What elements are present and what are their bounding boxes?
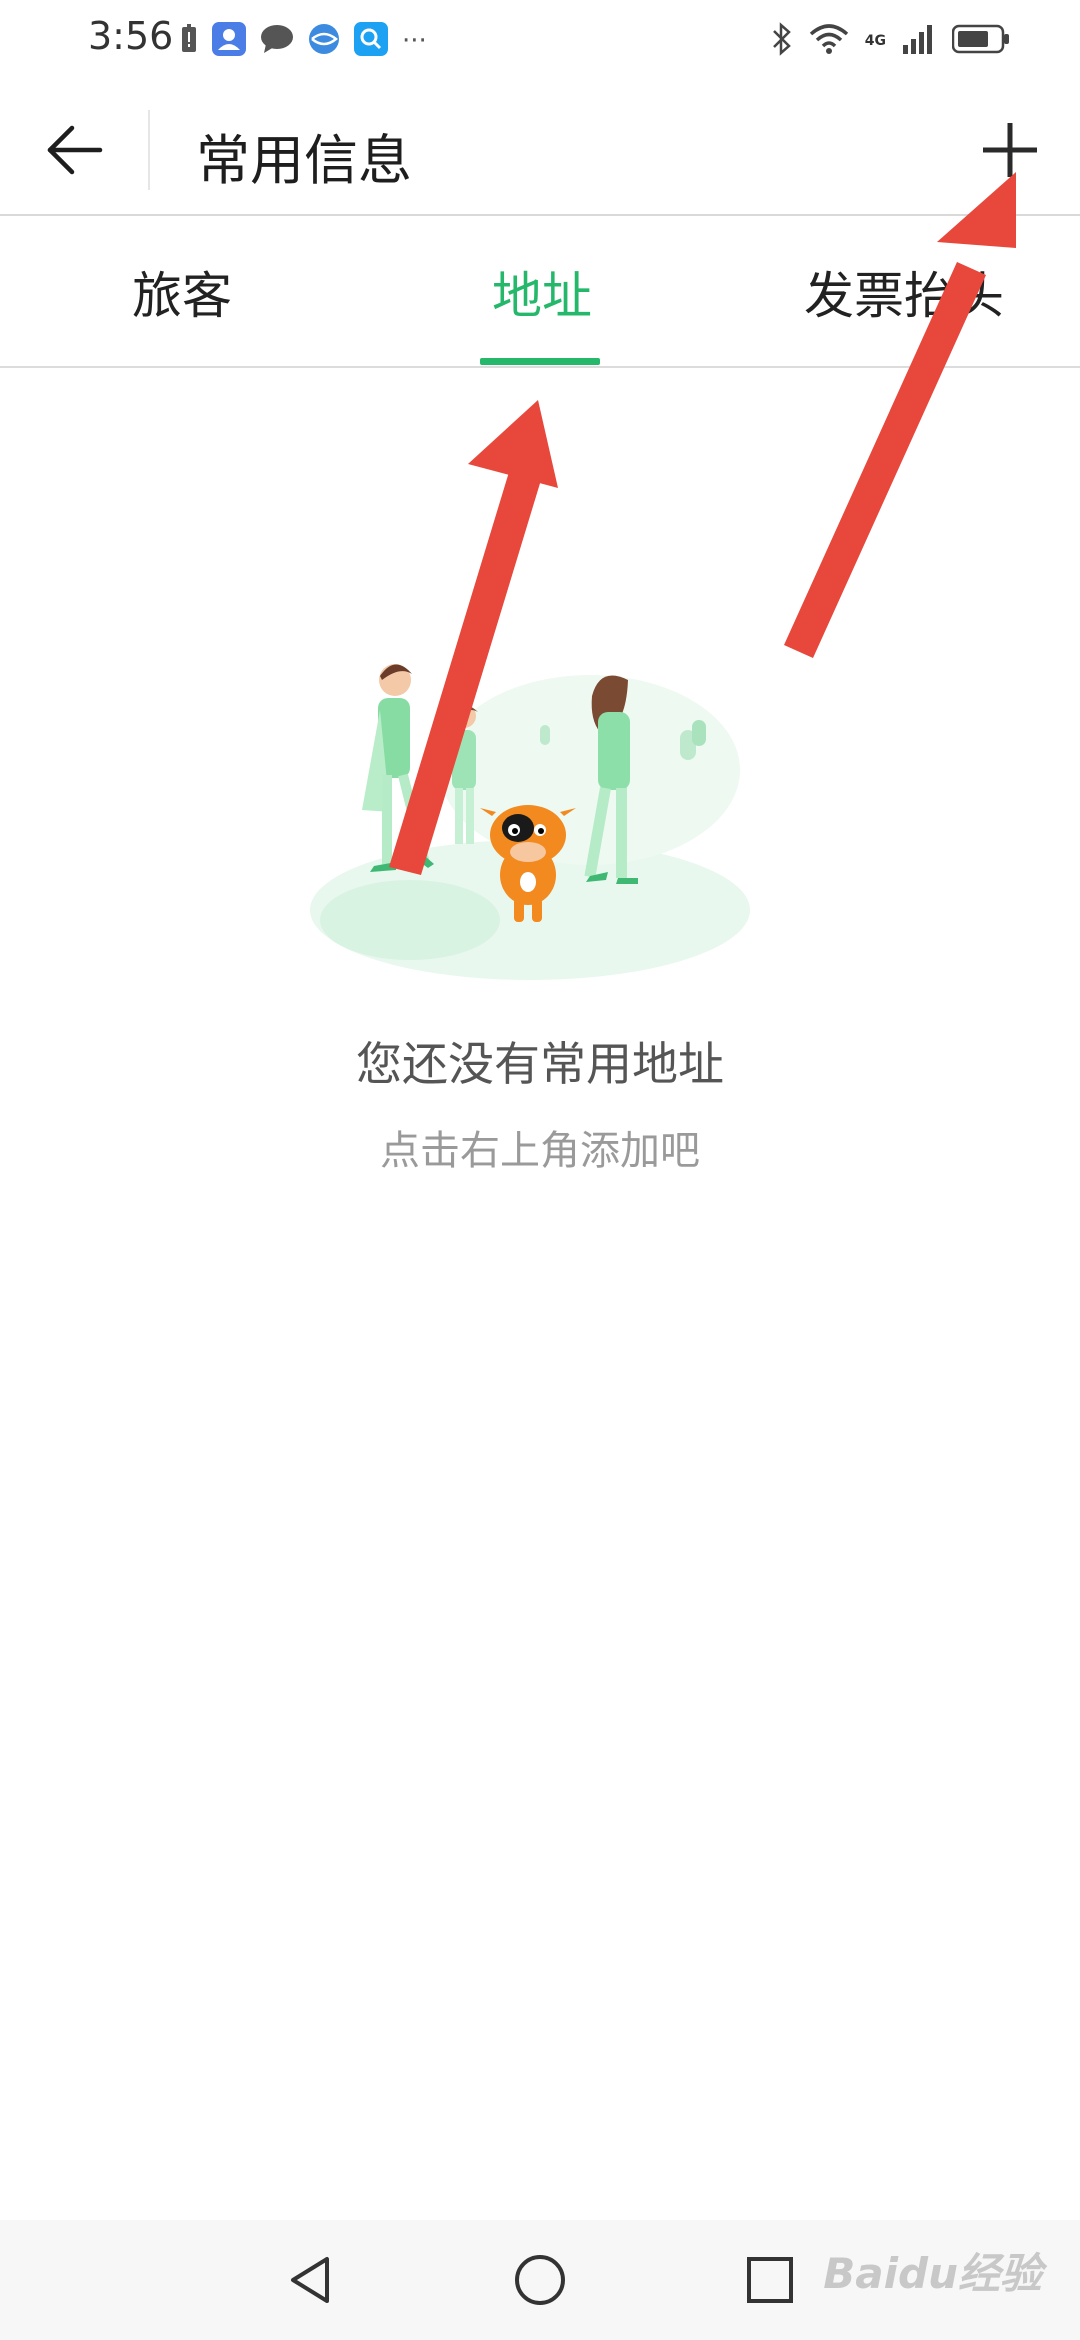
arrow-left-icon xyxy=(44,124,104,180)
system-nav-bar: Baidu经验 xyxy=(0,2220,1080,2340)
nav-home-icon xyxy=(512,2252,568,2312)
battery-alert-icon xyxy=(180,24,198,58)
tab-address[interactable]: 地址 xyxy=(492,256,592,328)
status-icons-left: ··· xyxy=(180,22,427,60)
nav-home-button[interactable] xyxy=(500,2242,580,2322)
empty-state-title: 您还没有常用地址 xyxy=(356,1037,724,1091)
bluetooth-icon xyxy=(771,22,793,60)
battery-icon xyxy=(951,24,1010,58)
tab-invoice-title[interactable]: 发票抬头 xyxy=(804,256,1004,328)
status-icons-right: 4G xyxy=(771,22,1010,60)
contacts-app-icon xyxy=(212,22,246,60)
empty-state-illustration xyxy=(300,640,760,980)
chat-bubble-icon xyxy=(260,24,294,58)
nav-recent-button[interactable] xyxy=(730,2242,810,2322)
signal-icon xyxy=(902,23,936,59)
browser-icon xyxy=(308,23,340,59)
empty-state-subtitle: 点击右上角添加吧 xyxy=(380,1128,700,1174)
header: 常用信息 xyxy=(0,84,1080,216)
status-bar: 3:56 ··· 4G xyxy=(0,0,1080,84)
add-button[interactable] xyxy=(970,112,1050,192)
back-button[interactable] xyxy=(36,114,112,190)
watermark: Baidu经验 xyxy=(823,2249,1042,2298)
nav-recent-icon xyxy=(744,2254,796,2310)
nav-back-icon xyxy=(283,2253,337,2311)
plus-icon xyxy=(981,121,1039,183)
header-divider xyxy=(148,110,150,190)
network-type-label: 4G xyxy=(864,33,886,49)
status-time: 3:56 xyxy=(88,14,174,58)
tab-travelers[interactable]: 旅客 xyxy=(132,256,232,328)
more-dots-icon: ··· xyxy=(402,26,427,56)
tab-bar: 旅客 地址 发票抬头 xyxy=(0,216,1080,368)
wifi-icon xyxy=(809,23,849,59)
nav-back-button[interactable] xyxy=(270,2242,350,2322)
page-title: 常用信息 xyxy=(196,129,412,192)
active-tab-indicator xyxy=(480,358,600,365)
search-app-icon xyxy=(354,22,388,60)
